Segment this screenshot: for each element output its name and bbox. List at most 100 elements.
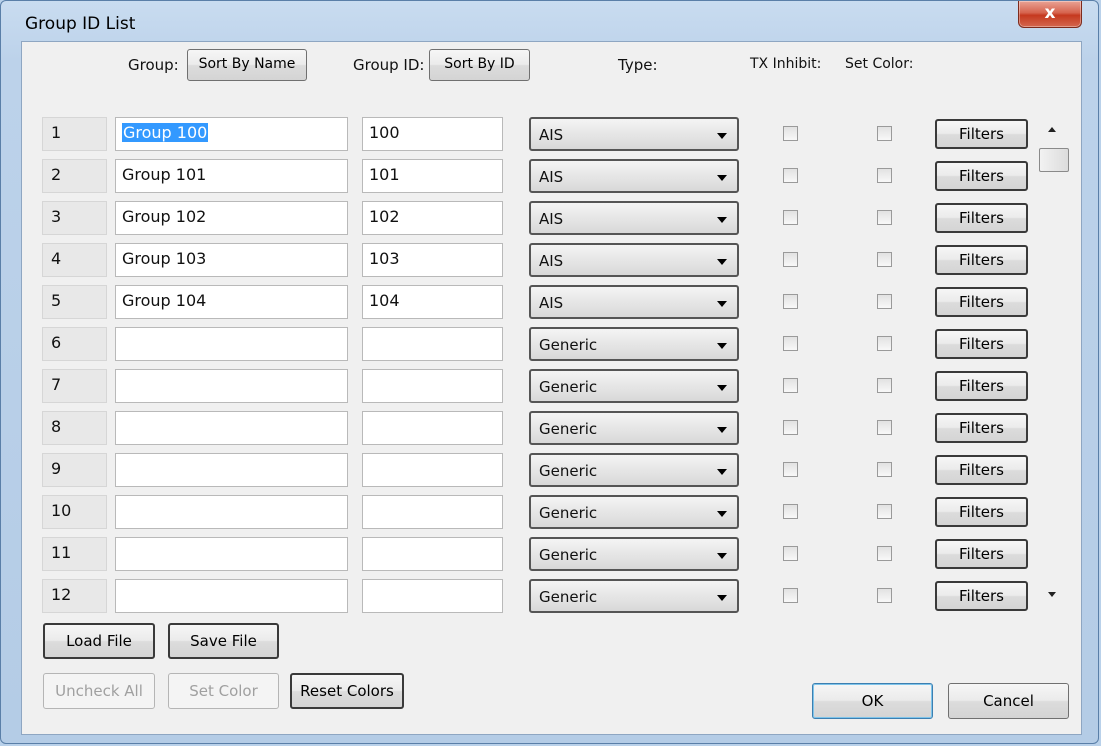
group-name-input[interactable] bbox=[115, 411, 348, 445]
tx-inhibit-checkbox[interactable] bbox=[783, 546, 798, 561]
set-color-checkbox[interactable] bbox=[877, 252, 892, 267]
type-dropdown[interactable]: Generic bbox=[529, 579, 739, 613]
group-name-input[interactable]: Group 100 bbox=[115, 117, 348, 151]
set-color-checkbox[interactable] bbox=[877, 588, 892, 603]
cancel-button[interactable]: Cancel bbox=[948, 683, 1069, 719]
type-dropdown-value: Generic bbox=[539, 336, 598, 354]
row-number: 5 bbox=[42, 285, 107, 319]
group-id-input[interactable]: 102 bbox=[362, 201, 503, 235]
set-color-checkbox[interactable] bbox=[877, 420, 892, 435]
sort-by-name-button[interactable]: Sort By Name bbox=[187, 49, 307, 81]
type-dropdown-value: AIS bbox=[539, 252, 564, 270]
chevron-down-icon bbox=[717, 553, 727, 559]
type-dropdown[interactable]: AIS bbox=[529, 201, 739, 235]
set-color-checkbox[interactable] bbox=[877, 210, 892, 225]
filters-button[interactable]: Filters bbox=[935, 371, 1028, 401]
save-file-button[interactable]: Save File bbox=[168, 623, 279, 659]
filters-button[interactable]: Filters bbox=[935, 539, 1028, 569]
group-name-input[interactable] bbox=[115, 453, 348, 487]
filters-button[interactable]: Filters bbox=[935, 203, 1028, 233]
uncheck-all-button[interactable]: Uncheck All bbox=[43, 673, 155, 709]
set-color-checkbox[interactable] bbox=[877, 294, 892, 309]
ok-button[interactable]: OK bbox=[812, 683, 933, 719]
tx-inhibit-checkbox[interactable] bbox=[783, 462, 798, 477]
group-id-input[interactable]: 104 bbox=[362, 285, 503, 319]
chevron-down-icon bbox=[717, 595, 727, 601]
group-id-input[interactable] bbox=[362, 327, 503, 361]
tx-inhibit-checkbox[interactable] bbox=[783, 294, 798, 309]
type-dropdown[interactable]: Generic bbox=[529, 369, 739, 403]
filters-button[interactable]: Filters bbox=[935, 329, 1028, 359]
group-name-input[interactable]: Group 103 bbox=[115, 243, 348, 277]
type-dropdown-value: AIS bbox=[539, 126, 564, 144]
tx-inhibit-checkbox[interactable] bbox=[783, 126, 798, 141]
type-dropdown[interactable]: Generic bbox=[529, 453, 739, 487]
group-id-input[interactable] bbox=[362, 411, 503, 445]
set-color-checkbox[interactable] bbox=[877, 504, 892, 519]
set-color-checkbox[interactable] bbox=[877, 168, 892, 183]
filters-button[interactable]: Filters bbox=[935, 497, 1028, 527]
filters-button[interactable]: Filters bbox=[935, 161, 1028, 191]
group-name-input[interactable] bbox=[115, 369, 348, 403]
type-dropdown[interactable]: AIS bbox=[529, 159, 739, 193]
tx-inhibit-checkbox[interactable] bbox=[783, 168, 798, 183]
group-name-input[interactable]: Group 102 bbox=[115, 201, 348, 235]
filters-button[interactable]: Filters bbox=[935, 245, 1028, 275]
group-name-input[interactable] bbox=[115, 537, 348, 571]
set-color-checkbox[interactable] bbox=[877, 378, 892, 393]
chevron-down-icon bbox=[717, 175, 727, 181]
group-id-input[interactable] bbox=[362, 453, 503, 487]
type-dropdown[interactable]: Generic bbox=[529, 327, 739, 361]
tx-inhibit-checkbox[interactable] bbox=[783, 504, 798, 519]
filters-button[interactable]: Filters bbox=[935, 581, 1028, 611]
close-button[interactable]: x bbox=[1018, 1, 1082, 28]
group-id-input[interactable] bbox=[362, 579, 503, 613]
set-color-checkbox[interactable] bbox=[877, 546, 892, 561]
group-id-input[interactable]: 103 bbox=[362, 243, 503, 277]
reset-colors-button[interactable]: Reset Colors bbox=[290, 673, 404, 709]
type-dropdown-value: Generic bbox=[539, 504, 598, 522]
type-dropdown[interactable]: AIS bbox=[529, 117, 739, 151]
tx-inhibit-checkbox[interactable] bbox=[783, 420, 798, 435]
load-file-button[interactable]: Load File bbox=[43, 623, 155, 659]
set-color-button[interactable]: Set Color bbox=[168, 673, 279, 709]
group-name-input[interactable] bbox=[115, 579, 348, 613]
tx-inhibit-checkbox[interactable] bbox=[783, 210, 798, 225]
filters-button[interactable]: Filters bbox=[935, 287, 1028, 317]
table-row: 5 Group 104 104 AIS Filters bbox=[22, 285, 1062, 321]
tx-inhibit-checkbox[interactable] bbox=[783, 378, 798, 393]
set-color-checkbox[interactable] bbox=[877, 462, 892, 477]
type-dropdown[interactable]: Generic bbox=[529, 495, 739, 529]
filters-button[interactable]: Filters bbox=[935, 413, 1028, 443]
type-dropdown[interactable]: Generic bbox=[529, 411, 739, 445]
group-name-input[interactable]: Group 101 bbox=[115, 159, 348, 193]
group-id-input[interactable]: 100 bbox=[362, 117, 503, 151]
type-dropdown[interactable]: AIS bbox=[529, 243, 739, 277]
scrollbar-thumb[interactable] bbox=[1039, 148, 1069, 172]
group-id-input[interactable] bbox=[362, 495, 503, 529]
tx-inhibit-checkbox[interactable] bbox=[783, 336, 798, 351]
filters-button[interactable]: Filters bbox=[935, 455, 1028, 485]
type-dropdown[interactable]: AIS bbox=[529, 285, 739, 319]
tx-inhibit-checkbox[interactable] bbox=[783, 588, 798, 603]
scroll-down-arrow-icon[interactable] bbox=[1048, 592, 1056, 597]
row-number: 2 bbox=[42, 159, 107, 193]
group-name-input[interactable] bbox=[115, 327, 348, 361]
group-id-input[interactable]: 101 bbox=[362, 159, 503, 193]
set-color-checkbox[interactable] bbox=[877, 126, 892, 141]
group-id-column-label: Group ID: bbox=[353, 56, 425, 74]
title-bar[interactable]: Group ID List x bbox=[1, 1, 1098, 41]
chevron-down-icon bbox=[717, 133, 727, 139]
group-name-input[interactable]: Group 104 bbox=[115, 285, 348, 319]
type-dropdown[interactable]: Generic bbox=[529, 537, 739, 571]
dialog-window: Group ID List x Group: Sort By Name Grou… bbox=[0, 0, 1099, 744]
group-id-input[interactable] bbox=[362, 537, 503, 571]
set-color-checkbox[interactable] bbox=[877, 336, 892, 351]
sort-by-id-button[interactable]: Sort By ID bbox=[429, 49, 530, 81]
vertical-scrollbar[interactable] bbox=[1035, 114, 1073, 604]
group-name-input[interactable] bbox=[115, 495, 348, 529]
tx-inhibit-checkbox[interactable] bbox=[783, 252, 798, 267]
filters-button[interactable]: Filters bbox=[935, 119, 1028, 149]
group-id-input[interactable] bbox=[362, 369, 503, 403]
scroll-up-arrow-icon[interactable] bbox=[1048, 127, 1056, 132]
